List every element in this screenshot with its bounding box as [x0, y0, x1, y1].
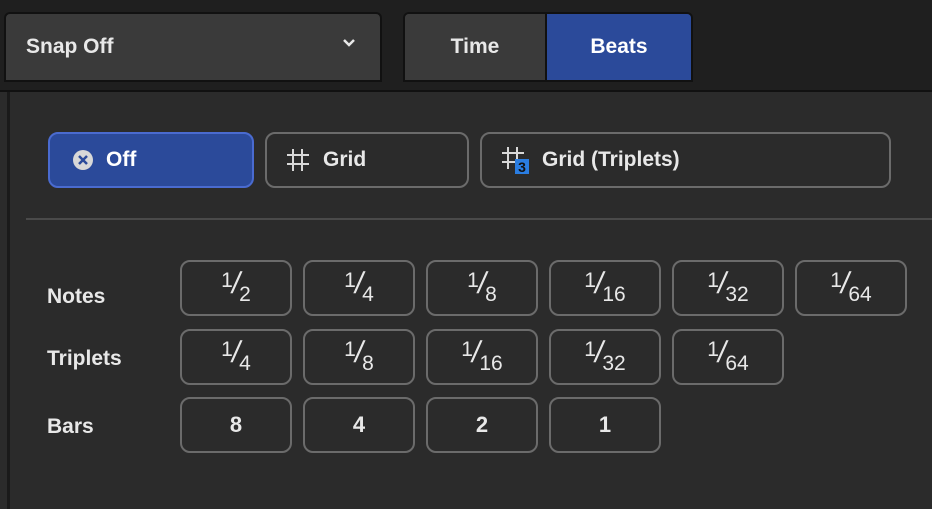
notes-value-button[interactable]: 1/2	[180, 260, 292, 316]
fraction-label: 1/64	[707, 336, 749, 375]
snap-grid-triplets-button[interactable]: 3 Grid (Triplets)	[480, 132, 891, 188]
bars-value-button[interactable]: 4	[303, 397, 415, 453]
snap-dropdown[interactable]: Snap Off	[4, 12, 382, 82]
fraction-denominator: 64	[725, 352, 749, 375]
notes-value-button[interactable]: 1/16	[549, 260, 661, 316]
svg-text:3: 3	[518, 159, 526, 175]
header-divider	[0, 90, 932, 92]
section-divider	[26, 218, 932, 220]
fraction-denominator: 32	[725, 283, 749, 306]
bars-value-button[interactable]: 1	[549, 397, 661, 453]
triplets-value-button[interactable]: 1/4	[180, 329, 292, 385]
notes-value-button[interactable]: 1/8	[426, 260, 538, 316]
notes-value-button[interactable]: 1/4	[303, 260, 415, 316]
fraction-label: 1/16	[584, 267, 626, 306]
fraction-denominator: 8	[485, 283, 497, 306]
triplets-value-button[interactable]: 1/8	[303, 329, 415, 385]
snap-dropdown-label: Snap Off	[26, 35, 114, 58]
bars-row-label: Bars	[47, 415, 94, 438]
grid-icon	[287, 149, 309, 171]
snap-mode-tabs: Time Beats	[403, 12, 693, 82]
snap-grid-label: Grid	[323, 148, 367, 171]
snap-grid-triplets-label: Grid (Triplets)	[542, 148, 680, 171]
fraction-denominator: 64	[848, 283, 872, 306]
fraction-label: 1/16	[461, 336, 503, 375]
fraction-label: 1/32	[584, 336, 626, 375]
triplets-value-button[interactable]: 1/16	[426, 329, 538, 385]
snap-grid-button[interactable]: Grid	[265, 132, 469, 188]
tab-time[interactable]: Time	[405, 14, 547, 80]
tab-beats[interactable]: Beats	[547, 14, 691, 80]
fraction-denominator: 32	[602, 352, 626, 375]
fraction-label: 1/32	[707, 267, 749, 306]
notes-value-button[interactable]: 1/64	[795, 260, 907, 316]
bars-value-button[interactable]: 2	[426, 397, 538, 453]
snap-off-label: Off	[106, 148, 137, 171]
triplets-value-button[interactable]: 1/64	[672, 329, 784, 385]
triplets-row-label: Triplets	[47, 347, 122, 370]
fraction-label: 1/64	[830, 267, 872, 306]
notes-value-button[interactable]: 1/32	[672, 260, 784, 316]
fraction-label: 1/4	[221, 336, 251, 375]
fraction-denominator: 16	[602, 283, 626, 306]
panel-left-border	[7, 92, 10, 509]
notes-row-label: Notes	[47, 285, 106, 308]
fraction-label: 1/4	[344, 267, 374, 306]
bars-value-button[interactable]: 8	[180, 397, 292, 453]
fraction-label: 1/8	[467, 267, 497, 306]
fraction-denominator: 8	[362, 352, 374, 375]
chevron-down-icon	[343, 39, 355, 47]
fraction-label: 1/2	[221, 267, 251, 306]
snap-off-button[interactable]: Off	[48, 132, 254, 188]
grid-triplet-icon: 3	[502, 147, 529, 175]
fraction-label: 1/8	[344, 336, 374, 375]
close-circle-icon	[73, 150, 93, 170]
fraction-denominator: 4	[362, 283, 374, 306]
fraction-denominator: 16	[479, 352, 503, 375]
triplets-value-button[interactable]: 1/32	[549, 329, 661, 385]
fraction-denominator: 2	[239, 283, 251, 306]
fraction-denominator: 4	[239, 352, 251, 375]
